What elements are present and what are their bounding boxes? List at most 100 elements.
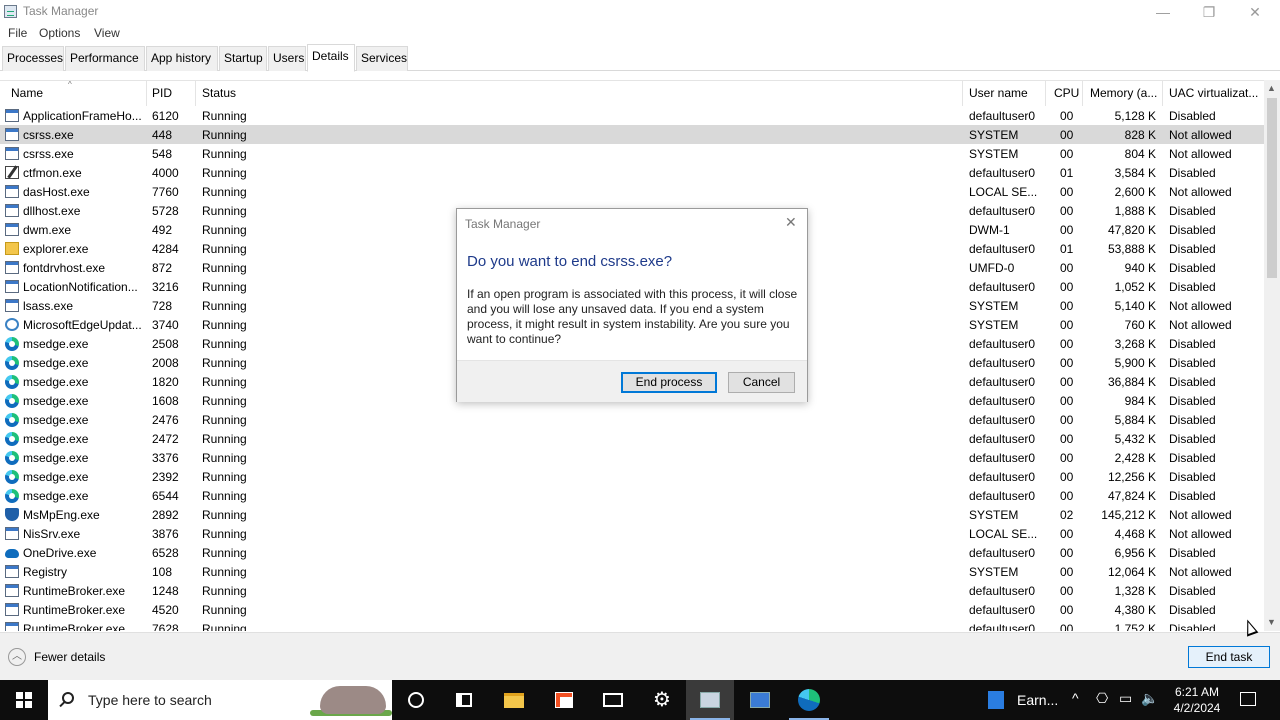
cell-user-name: defaultuser0 [969, 356, 1036, 370]
cell-name: dllhost.exe [23, 204, 81, 218]
start-windows-icon[interactable] [16, 692, 32, 708]
restore-button[interactable]: ❐ [1186, 0, 1232, 24]
column-divider[interactable] [1162, 81, 1163, 106]
tab-users[interactable]: Users [268, 46, 306, 71]
table-row[interactable]: msedge.exe 2476 Running defaultuser0 00 5,884… [0, 410, 1264, 429]
chevron-up-icon[interactable]: ︿ [8, 648, 26, 666]
tab-processes[interactable]: Processes [2, 46, 64, 71]
column-divider[interactable] [1045, 81, 1046, 106]
table-row[interactable]: msedge.exe 3376 Running defaultuser0 00 2,428… [0, 448, 1264, 467]
store-button[interactable] [540, 680, 588, 720]
cell-pid: 108 [152, 565, 173, 579]
table-row[interactable]: msedge.exe 2472 Running defaultuser0 00 5,432… [0, 429, 1264, 448]
table-row[interactable]: Registry 108 Running SYSTEM 00 12,064 K Not al… [0, 562, 1264, 581]
cell-memory: 36,884 K [1107, 375, 1156, 389]
table-row[interactable]: RuntimeBroker.exe 7628 Running defaultuser0… [0, 619, 1264, 631]
edge-icon [5, 356, 19, 370]
tab-app-history[interactable]: App history [146, 46, 218, 71]
table-row[interactable]: csrss.exe 448 Running SYSTEM 00 828 K Not allo… [0, 125, 1264, 144]
scroll-down-icon[interactable]: ▼ [1267, 617, 1276, 627]
cell-uac: Disabled [1169, 109, 1216, 123]
table-row[interactable]: msedge.exe 2392 Running defaultuser0 00 12,25… [0, 467, 1264, 486]
display-icon[interactable]: ▭ [1119, 690, 1132, 707]
close-button[interactable]: ✕ [1232, 0, 1278, 24]
clock[interactable]: 6:21 AM 4/2/2024 [1168, 684, 1226, 716]
cell-memory: 3,584 K [1114, 166, 1156, 180]
cell-status: Running [202, 508, 247, 522]
column-divider[interactable] [1082, 81, 1083, 106]
vertical-scrollbar[interactable]: ▲ ▼ [1264, 80, 1280, 631]
cell-cpu: 02 [1060, 508, 1074, 522]
table-row[interactable]: RuntimeBroker.exe 4520 Running defaultuser0… [0, 600, 1264, 619]
cortana-button[interactable] [392, 680, 440, 720]
column-divider[interactable] [962, 81, 963, 106]
column-divider[interactable] [146, 81, 147, 106]
cell-name: csrss.exe [23, 147, 74, 161]
scroll-up-icon[interactable]: ▲ [1267, 83, 1276, 93]
cancel-button[interactable]: Cancel [728, 372, 795, 393]
end-task-button[interactable]: End task [1188, 646, 1270, 668]
cell-user-name: LOCAL SE... [969, 185, 1038, 199]
mail-button[interactable] [589, 680, 637, 720]
taskbar-search-box[interactable]: Type here to search [48, 680, 392, 720]
column-divider[interactable] [195, 81, 196, 106]
table-row[interactable]: NisSrv.exe 3876 Running LOCAL SE... 00 4,468 … [0, 524, 1264, 543]
column-name[interactable]: Name [11, 86, 141, 100]
column-uac-virtualization[interactable]: UAC virtualizat... [1169, 86, 1261, 100]
volume-muted-icon[interactable]: 🔈 [1141, 690, 1158, 707]
column-pid[interactable]: PID [152, 86, 192, 100]
column-user-name[interactable]: User name [969, 86, 1039, 100]
cell-uac: Disabled [1169, 204, 1216, 218]
cell-uac: Not allowed [1169, 527, 1232, 541]
menu-options[interactable]: Options [39, 26, 80, 40]
cell-cpu: 00 [1060, 185, 1074, 199]
menu-file[interactable]: File [8, 26, 27, 40]
fewer-details-link[interactable]: Fewer details [34, 650, 105, 664]
column-status[interactable]: Status [202, 86, 302, 100]
cell-cpu: 00 [1060, 413, 1074, 427]
cell-pid: 6120 [152, 109, 179, 123]
end-process-button[interactable]: End process [621, 372, 717, 393]
tab-startup[interactable]: Startup [219, 46, 267, 71]
tab-performance[interactable]: Performance [65, 46, 145, 71]
app-icon [5, 204, 19, 217]
scroll-thumb[interactable] [1267, 98, 1277, 278]
table-row[interactable]: OneDrive.exe 6528 Running defaultuser0 00 6,9… [0, 543, 1264, 562]
cell-status: Running [202, 603, 247, 617]
cell-user-name: defaultuser0 [969, 470, 1036, 484]
cell-pid: 3376 [152, 451, 179, 465]
cell-user-name: defaultuser0 [969, 166, 1036, 180]
table-row[interactable]: msedge.exe 6544 Running defaultuser0 00 47,82… [0, 486, 1264, 505]
cell-status: Running [202, 109, 247, 123]
file-explorer-button[interactable] [490, 680, 538, 720]
tray-chevron-icon[interactable]: ^ [1072, 690, 1079, 706]
column-memory[interactable]: Memory (a... [1090, 86, 1160, 100]
task-view-button[interactable] [440, 680, 488, 720]
earn-label[interactable]: Earn... [1017, 692, 1058, 708]
notification-icon[interactable] [1240, 692, 1256, 706]
cell-pid: 2508 [152, 337, 179, 351]
menu-view[interactable]: View [94, 26, 120, 40]
table-row[interactable]: dasHost.exe 7760 Running LOCAL SE... 00 2,600… [0, 182, 1264, 201]
cell-pid: 2008 [152, 356, 179, 370]
table-row[interactable]: ApplicationFrameHo... 6120 Running defaultu… [0, 106, 1264, 125]
earn-button[interactable] [974, 680, 1018, 720]
table-row[interactable]: ctfmon.exe 4000 Running defaultuser0 01 3,584… [0, 163, 1264, 182]
table-row[interactable]: MsMpEng.exe 2892 Running SYSTEM 02 145,212 K N… [0, 505, 1264, 524]
cell-pid: 492 [152, 223, 173, 237]
cell-pid: 2476 [152, 413, 179, 427]
minimize-button[interactable]: — [1140, 0, 1186, 24]
table-row[interactable]: RuntimeBroker.exe 1248 Running defaultuser0… [0, 581, 1264, 600]
tab-services[interactable]: Services [356, 46, 408, 71]
column-cpu[interactable]: CPU [1054, 86, 1080, 100]
task-manager-taskbar-button[interactable] [686, 680, 734, 720]
edge-taskbar-button[interactable] [785, 680, 833, 720]
settings-button[interactable]: ⚙ [638, 680, 686, 720]
network-icon[interactable]: ⎔ [1096, 690, 1108, 707]
tab-details[interactable]: Details [307, 44, 355, 72]
app-button[interactable] [736, 680, 784, 720]
dialog-close-icon[interactable]: ✕ [785, 214, 797, 231]
cell-cpu: 00 [1060, 280, 1074, 294]
cell-status: Running [202, 584, 247, 598]
table-row[interactable]: csrss.exe 548 Running SYSTEM 00 804 K Not allo… [0, 144, 1264, 163]
